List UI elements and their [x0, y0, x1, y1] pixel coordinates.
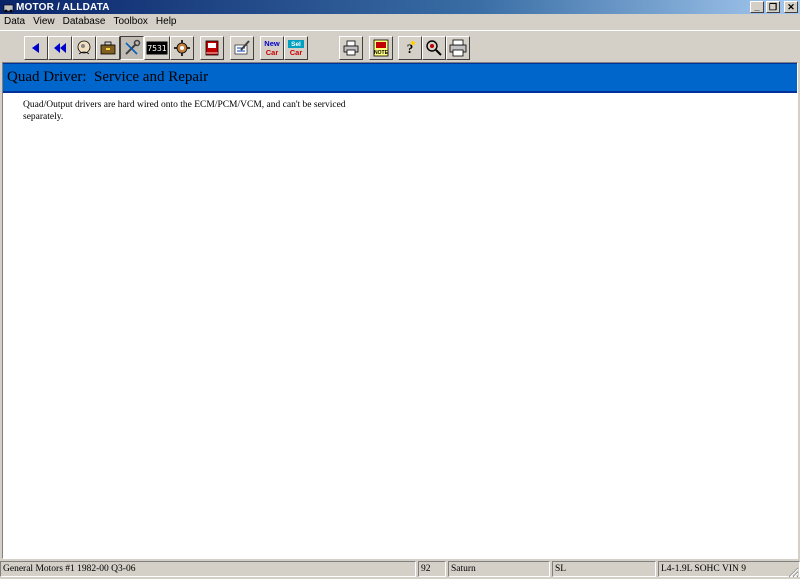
print-setup-icon: [449, 39, 467, 57]
toolbox-button[interactable]: [96, 36, 120, 60]
toolbar-nav-group: 7531: [24, 36, 194, 60]
back-button[interactable]: [24, 36, 48, 60]
select-car-icon: Sel Car: [288, 40, 304, 57]
app-icon: [2, 1, 14, 13]
back-all-button[interactable]: [48, 36, 72, 60]
select-car-label-bottom: Car: [290, 48, 303, 57]
page-title: Quad Driver: Service and Repair: [7, 69, 209, 85]
new-car-button[interactable]: New Car: [260, 36, 284, 60]
app-window: MOTOR / ALLDATA _ ❐ ✕ Data View Database…: [0, 0, 800, 579]
menu-help[interactable]: Help: [152, 14, 181, 30]
status-engine: L4-1.9L SOHC VIN 9: [658, 561, 800, 577]
help-button[interactable]: ?: [398, 36, 422, 60]
codes-button[interactable]: 7531: [144, 36, 170, 60]
status-make: Saturn: [448, 561, 550, 577]
service-repair-button[interactable]: [120, 36, 144, 60]
window-title: MOTOR / ALLDATA: [16, 1, 110, 13]
search-icon: [426, 40, 442, 56]
pencil-checklist-icon: [234, 40, 250, 55]
body-line-1: Quad/Output drivers are hard wired onto …: [23, 100, 346, 110]
resize-grip-icon[interactable]: [787, 566, 799, 578]
toolbar-book-group: New Car Sel Car: [200, 36, 308, 60]
menu-database[interactable]: Database: [59, 14, 110, 30]
title-bar[interactable]: MOTOR / ALLDATA _ ❐ ✕: [0, 0, 800, 14]
question-mark-icon: ?: [407, 41, 415, 56]
menu-toolbox[interactable]: Toolbox: [109, 14, 151, 30]
note-label: NOTE: [374, 50, 389, 56]
new-car-label-top: New: [264, 39, 280, 48]
document-pane[interactable]: Quad Driver: Service and Repair Quad/Out…: [2, 62, 798, 559]
specifications-button[interactable]: [170, 36, 194, 60]
status-bar: General Motors #1 1982-00 Q3-06 92 Satur…: [0, 560, 800, 579]
body-line-2: separately.: [23, 112, 64, 122]
status-model: SL: [552, 561, 656, 577]
toolbar-print-group: NOTE: [339, 36, 393, 60]
menu-data[interactable]: Data: [0, 14, 29, 30]
close-icon: ✕: [787, 1, 795, 12]
code-display-icon: 7531: [146, 41, 168, 55]
menu-bar: Data View Database Toolbox Help: [0, 14, 800, 30]
double-back-arrow-icon: [54, 43, 66, 53]
body-text: Quad/Output drivers are hard wired onto …: [23, 99, 383, 123]
printer-icon: [343, 40, 359, 56]
menu-view[interactable]: View: [29, 14, 59, 30]
component-locator-button[interactable]: [72, 36, 96, 60]
toolbox-icon: [100, 41, 116, 55]
note-button[interactable]: NOTE: [369, 36, 393, 60]
minimize-button[interactable]: _: [750, 1, 764, 13]
restore-button[interactable]: ❐: [766, 1, 780, 13]
section-header: Quad Driver: Service and Repair: [3, 63, 797, 93]
book-icon: [205, 40, 219, 56]
new-car-icon: New Car: [264, 39, 280, 57]
toolbar: 7531 New Car Sel Car NOTE ?: [0, 30, 800, 62]
status-database: General Motors #1 1982-00 Q3-06: [0, 561, 416, 577]
back-arrow-icon: [32, 43, 39, 53]
print-setup-button[interactable]: [446, 36, 470, 60]
print-button[interactable]: [339, 36, 363, 60]
search-button[interactable]: [422, 36, 446, 60]
manual-button[interactable]: [200, 36, 224, 60]
status-year: 92: [418, 561, 446, 577]
select-car-button[interactable]: Sel Car: [284, 36, 308, 60]
checklist-button[interactable]: [230, 36, 254, 60]
note-icon: NOTE: [373, 39, 389, 57]
wrench-screwdriver-icon: [125, 39, 141, 55]
close-button[interactable]: ✕: [784, 1, 798, 13]
code-label: 7531: [147, 44, 166, 53]
new-car-label-bottom: Car: [266, 48, 279, 57]
gear-icon: [174, 40, 190, 56]
restore-icon: ❐: [768, 1, 778, 12]
select-car-label-top: Sel: [291, 41, 301, 48]
toolbar-help-group: ?: [398, 36, 470, 60]
minimize-icon: _: [754, 1, 760, 12]
head-gear-icon: [77, 40, 91, 55]
